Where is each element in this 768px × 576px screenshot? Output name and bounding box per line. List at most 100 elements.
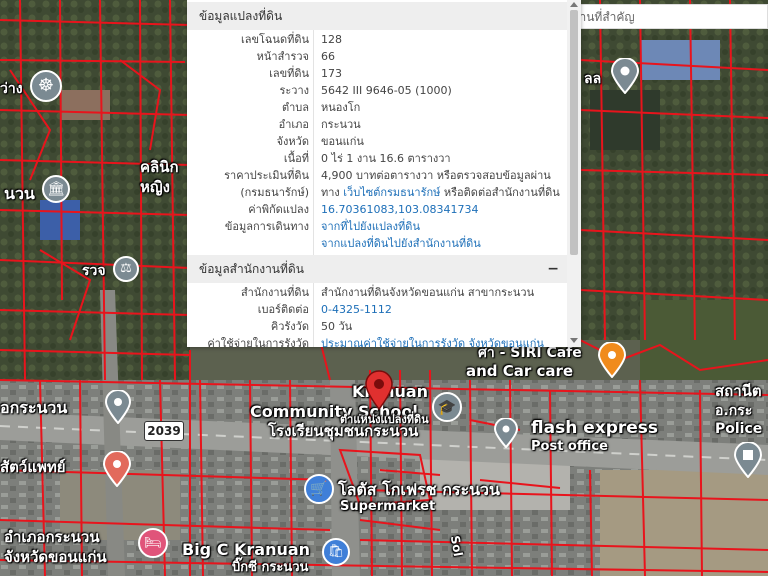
parcel-section-title: ข้อมูลแปลงที่ดิน xyxy=(199,9,283,23)
map-label-siri-cafe: ศา - SIRI Cafe xyxy=(478,345,582,361)
row-value-suffix: หรือติดต่อสำนักงานที่ดิน xyxy=(440,186,560,199)
row-label: คิวรังวัด xyxy=(270,320,309,333)
scrollbar-thumb[interactable] xyxy=(570,10,578,255)
parcel-row-directions-office: จากแปลงที่ดินไปยังสำนักงานที่ดิน xyxy=(187,235,567,252)
row-label: เนื้อที่ xyxy=(283,152,309,165)
map-label-clinic2: หญิง xyxy=(140,178,170,196)
row-label: หน้าสำรวจ xyxy=(256,50,309,63)
office-row-cost: ค่าใช้จ่ายในการรังวัด ประมาณค่าใช้จ่ายใน… xyxy=(187,335,567,347)
map-label-district-abbr: อ.กระ xyxy=(715,403,753,419)
bigc-shopping-icon[interactable]: 🛍 xyxy=(322,538,350,566)
parcel-row-deed: เลขโฉนดที่ดิน 128 xyxy=(187,31,567,48)
parcel-info-panel: ข้อมูลแปลงที่ดิน เลขโฉนดที่ดิน 128 หน้าส… xyxy=(187,0,581,347)
location-pin-left-icon[interactable] xyxy=(104,389,132,425)
row-label: เลขที่ดิน xyxy=(269,67,309,80)
map-label-district-office: อำเภอกระนวน xyxy=(4,528,100,546)
parcel-section-header[interactable]: ข้อมูลแปลงที่ดิน xyxy=(187,2,567,30)
row-label: ตำบล xyxy=(281,101,309,114)
temple-pin-icon[interactable]: ☸ xyxy=(30,70,62,102)
row-value: 173 xyxy=(321,67,342,80)
row-label: ระวาง xyxy=(279,84,309,97)
map-label-wang: ว่าง xyxy=(0,81,23,97)
row-label: ราคาประเมินที่ดิน xyxy=(224,169,309,182)
map-label-sol: Sol xyxy=(447,534,466,558)
treasury-website-link[interactable]: เว็บไซต์กรมธนารักษ์ xyxy=(343,186,440,199)
row-label: ข้อมูลการเดินทาง xyxy=(224,220,309,233)
parcel-row-subdistrict: ตำบล หนองโก xyxy=(187,99,567,116)
row-value: 128 xyxy=(321,33,342,46)
map-label-big-c-thai: บิ๊กซี กระนวน xyxy=(232,560,309,575)
panel-scrollbar[interactable] xyxy=(567,0,581,347)
map-label-flash-express: flash express xyxy=(531,418,659,438)
parcel-row-directions: ข้อมูลการเดินทาง จากที่ไปยังแปลงที่ดิน xyxy=(187,218,567,235)
map-label-supermarket: Supermarket xyxy=(340,499,436,514)
map-label-police: Police xyxy=(715,421,763,437)
row-value: 66 xyxy=(321,50,335,63)
row-label: (กรมธนารักษ์) xyxy=(240,186,309,199)
parcel-row-land-no: เลขที่ดิน 173 xyxy=(187,65,567,82)
office-section-header[interactable]: ข้อมูลสำนักงานที่ดิน − xyxy=(187,255,567,283)
parcel-row-coordinates: ค่าพิกัดแปลง 16.70361083,103.08341734 xyxy=(187,201,567,218)
hotel-pin-icon[interactable]: 🛏 xyxy=(138,528,168,558)
vet-pin-icon[interactable] xyxy=(102,450,132,488)
row-label: ค่าพิกัดแปลง xyxy=(248,203,309,216)
directions-to-office-link[interactable]: จากแปลงที่ดินไปยังสำนักงานที่ดิน xyxy=(321,235,481,252)
map-label-station-thai: สถานีต xyxy=(715,382,762,400)
map-label-post-office: Post office xyxy=(531,439,608,454)
row-value: ขอนแก่น xyxy=(321,135,364,148)
office-row-name: สำนักงานที่ดิน สำนักงานที่ดินจังหวัดขอนแ… xyxy=(187,284,567,301)
map-label-car-care: and Car care xyxy=(466,362,574,380)
row-label: เลขโฉนดที่ดิน xyxy=(241,33,309,46)
parcel-marker-label: ตำแหน่งแปลงที่ดิน xyxy=(340,413,429,426)
phone-link[interactable]: 0-4325-1112 xyxy=(321,301,392,318)
row-value: ทาง เว็บไซต์กรมธนารักษ์ หรือติดต่อสำนักง… xyxy=(321,184,560,201)
row-value: หนองโก xyxy=(321,101,361,114)
parcel-row-district: อำเภอ กระนวน xyxy=(187,116,567,133)
row-value: สำนักงานที่ดินจังหวัดขอนแก่น สาขากระนวน xyxy=(321,286,535,299)
map-label-clinic: คลินิก xyxy=(140,158,179,176)
row-value: 4,900 บาทต่อตารางวา หรือตรวจสอบข้อมูลผ่า… xyxy=(321,169,551,182)
cafe-pin-icon[interactable] xyxy=(597,341,627,379)
parcel-row-province: จังหวัด ขอนแก่น xyxy=(187,133,567,150)
row-value: 50 วัน xyxy=(321,320,353,333)
map-label-school-thai: โรงเรียนชุมชนกระนวน xyxy=(268,422,419,440)
scroll-down-icon[interactable] xyxy=(570,338,578,343)
police-station-pin-icon[interactable] xyxy=(733,441,763,479)
scroll-up-icon[interactable] xyxy=(570,2,578,7)
map-label-ror-wor-jor: รวจ xyxy=(82,263,106,279)
map-label-kranuan-left: อกระนวน xyxy=(0,398,68,417)
parcel-row-treasury: (กรมธนารักษ์) ทาง เว็บไซต์กรมธนารักษ์ หร… xyxy=(187,184,567,201)
map-label-big-c: Big C Kranuan xyxy=(182,540,311,559)
row-value: กระนวน xyxy=(321,118,361,131)
office-section-title: ข้อมูลสำนักงานที่ดิน xyxy=(199,262,304,276)
location-pin-topright-icon[interactable] xyxy=(610,57,640,95)
post-office-pin-icon[interactable] xyxy=(493,417,519,449)
parcel-marker-icon[interactable] xyxy=(364,370,394,411)
survey-cost-link[interactable]: ประมาณค่าใช้จ่ายในการรังวัด จังหวัดขอนแก… xyxy=(321,335,544,347)
row-value-prefix: ทาง xyxy=(321,186,344,199)
parcel-row-area: เนื้อที่ 0 ไร่ 1 งาน 16.6 ตารางวา xyxy=(187,150,567,167)
parcel-row-map-sheet: ระวาง 5642 III 9646-05 (1000) xyxy=(187,82,567,99)
row-label: จังหวัด xyxy=(276,135,309,148)
row-value: 5642 III 9646-05 (1000) xyxy=(321,84,452,97)
school-pin-icon[interactable]: 🎓 xyxy=(432,392,462,422)
parcel-row-appraisal: ราคาประเมินที่ดิน 4,900 บาทต่อตารางวา หร… xyxy=(187,167,567,184)
row-label: เบอร์ติดต่อ xyxy=(257,303,309,316)
road-shield-2039: 2039 xyxy=(144,421,184,441)
map-label-vet: สัตว์แพทย์ xyxy=(0,458,66,476)
map-label-lotus: โลตัส โกเฟรช กระนวน xyxy=(338,480,500,499)
map-label-province-office: จังหวัดขอนแก่น xyxy=(4,548,107,566)
map-label-nuan: นวน xyxy=(4,184,35,203)
collapse-icon[interactable]: − xyxy=(547,255,559,283)
shopping-pin-icon[interactable]: 🛒 xyxy=(304,474,334,504)
police-pin-icon[interactable]: ⚖ xyxy=(113,256,139,282)
coordinates-link[interactable]: 16.70361083,103.08341734 xyxy=(321,201,478,218)
government-pin-icon[interactable]: 🏛 xyxy=(42,175,70,203)
directions-to-parcel-link[interactable]: จากที่ไปยังแปลงที่ดิน xyxy=(321,218,420,235)
row-value: 0 ไร่ 1 งาน 16.6 ตารางวา xyxy=(321,152,451,165)
row-label: สำนักงานที่ดิน xyxy=(240,286,309,299)
office-row-phone: เบอร์ติดต่อ 0-4325-1112 xyxy=(187,301,567,318)
office-row-queue: คิวรังวัด 50 วัน xyxy=(187,318,567,335)
row-label: อำเภอ xyxy=(278,118,309,131)
row-label: ค่าใช้จ่ายในการรังวัด xyxy=(207,337,309,347)
